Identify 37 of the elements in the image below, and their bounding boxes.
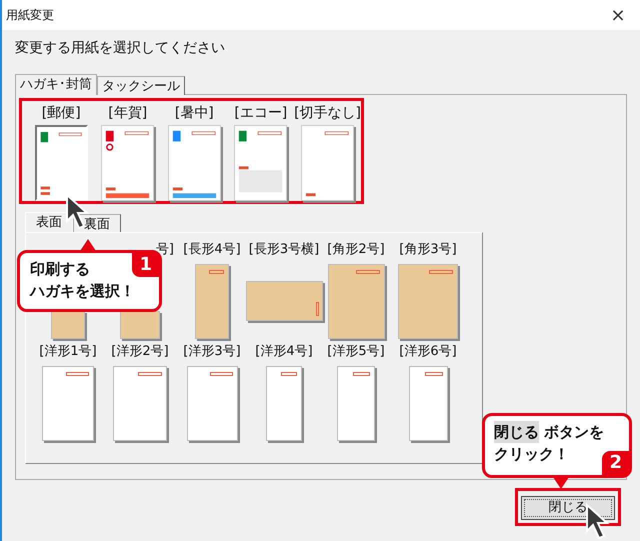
- envelope-label: [角形2号]: [327, 241, 385, 259]
- envelope-option[interactable]: [51, 311, 85, 339]
- highlighted-text: 閉じる: [494, 421, 539, 443]
- envelope-label: [洋形3号]: [183, 343, 241, 361]
- step-number: 2: [602, 451, 629, 475]
- envelope-option[interactable]: [113, 366, 167, 441]
- callout-text: ハガキを選択！: [30, 281, 135, 302]
- postcard-label: [年賀]: [108, 104, 148, 122]
- envelope-option[interactable]: [42, 366, 94, 441]
- callout-text: クリック！: [494, 444, 569, 465]
- envelope-label: [長形4号]: [183, 241, 241, 259]
- envelope-option[interactable]: [120, 311, 160, 339]
- tab[interactable]: タックシール: [97, 76, 185, 95]
- envelope-label: [洋形6号]: [399, 343, 457, 361]
- window-title: 用紙変更: [6, 7, 54, 24]
- envelope-label: [角形3号]: [399, 241, 457, 259]
- envelope-option[interactable]: [186, 366, 238, 441]
- tab[interactable]: ハガキ･封筒: [15, 74, 97, 95]
- postcard-label: [切手なし]: [294, 104, 361, 122]
- envelope-label: [洋形2号]: [111, 343, 169, 361]
- postcard-label: [暑中]: [174, 104, 214, 122]
- envelope-option[interactable]: [408, 366, 448, 441]
- envelope-option[interactable]: [266, 366, 302, 441]
- mouse-cursor-icon: [585, 503, 611, 541]
- close-button[interactable]: ×: [596, 0, 640, 30]
- close-button[interactable]: 閉じる: [521, 496, 615, 520]
- envelope-label: [長形3号横]: [248, 241, 320, 259]
- envelope-option[interactable]: [337, 366, 375, 441]
- callout-text: 印刷する: [30, 259, 90, 280]
- postcard-label: [エコー]: [234, 104, 288, 122]
- envelope-label: [洋形5号]: [327, 343, 385, 361]
- callout-text: ボタンを: [543, 422, 604, 443]
- envelope-label: [洋形4号]: [255, 343, 313, 361]
- envelope-label: [洋形1号]: [39, 343, 97, 361]
- postcard-label: [郵便]: [42, 104, 81, 122]
- step-number: 1: [132, 253, 159, 277]
- instruction-text: 変更する用紙を選択してください: [15, 39, 226, 58]
